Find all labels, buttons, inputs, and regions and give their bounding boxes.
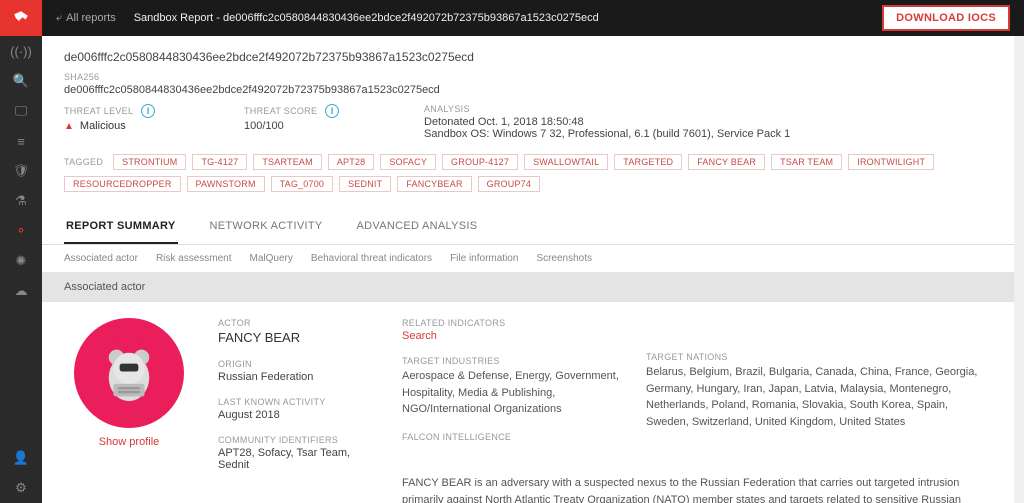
- hash-display: de006fffc2c0580844830436ee2bdce2f492072b…: [42, 36, 1014, 72]
- left-nav-rail: ((·)) 🔍 🖵 ≡ 🛡 ⚗ ⚬ ✺ ☁ 👤 ⚙: [0, 0, 42, 503]
- tag-tsarteam[interactable]: TSARTEAM: [253, 154, 321, 170]
- tag-tg-4127[interactable]: TG-4127: [192, 154, 247, 170]
- tag-tsar-team[interactable]: TSAR TEAM: [771, 154, 842, 170]
- section-heading-actor: Associated actor: [42, 272, 1014, 302]
- tag-sednit[interactable]: SEDNIT: [339, 176, 391, 192]
- tag-irontwilight[interactable]: IRONTWILIGHT: [848, 154, 934, 170]
- tag-group-4127[interactable]: GROUP-4127: [442, 154, 518, 170]
- tag-row: TAGGED STRONTIUM TG-4127 TSARTEAM APT28 SOFA…: [42, 150, 1014, 204]
- subtab-screenshots[interactable]: Screenshots: [536, 253, 592, 264]
- subtab-malquery[interactable]: MalQuery: [250, 253, 293, 264]
- show-profile-link[interactable]: Show profile: [64, 436, 194, 448]
- ci-value: APT28, Sofacy, Tsar Team, Sednit: [218, 447, 378, 471]
- lka-label: LAST KNOWN ACTIVITY: [218, 397, 378, 407]
- nav-sun-icon[interactable]: ✺: [0, 246, 42, 276]
- tag-pawnstorm[interactable]: PAWNSTORM: [187, 176, 265, 192]
- nav-activity-icon[interactable]: ((·)): [0, 36, 42, 66]
- tag-fancybear[interactable]: FANCYBEAR: [397, 176, 471, 192]
- tab-network-activity[interactable]: NETWORK ACTIVITY: [208, 210, 325, 244]
- back-label: All reports: [66, 12, 116, 24]
- nav-cloud-icon[interactable]: ☁: [0, 276, 42, 306]
- subtab-risk-assessment[interactable]: Risk assessment: [156, 253, 232, 264]
- analysis-label: ANALYSIS: [424, 104, 790, 114]
- nav-list-icon[interactable]: ≡: [0, 126, 42, 156]
- tag-targeted[interactable]: TARGETED: [614, 154, 682, 170]
- sub-tabs: Associated actor Risk assessment MalQuery B…: [42, 245, 1014, 272]
- tag-resourcedropper[interactable]: RESOURCEDROPPER: [64, 176, 181, 192]
- ci-label: COMMUNITY IDENTIFIERS: [218, 435, 378, 445]
- nav-shield-icon[interactable]: 🛡: [0, 156, 42, 186]
- info-icon[interactable]: i: [141, 104, 155, 118]
- ri-search-link[interactable]: Search: [402, 330, 622, 342]
- nav-settings-icon[interactable]: ⚙: [0, 473, 42, 503]
- tag-fancy-bear[interactable]: FANCY BEAR: [688, 154, 765, 170]
- tag-tag-0700[interactable]: TAG_0700: [271, 176, 333, 192]
- page-title: Sandbox Report - de006fffc2c058084483043…: [134, 12, 599, 24]
- sha256-value: de006fffc2c0580844830436ee2bdce2f492072b…: [64, 84, 992, 96]
- subtab-behavioral-threat-indicators[interactable]: Behavioral threat indicators: [311, 253, 432, 264]
- actor-label: ACTOR: [218, 318, 378, 328]
- actor-name: FANCY BEAR: [218, 330, 378, 345]
- tag-apt28[interactable]: APT28: [328, 154, 375, 170]
- tag-sofacy[interactable]: SOFACY: [380, 154, 436, 170]
- brand-logo[interactable]: [0, 0, 42, 36]
- threat-score-label: THREAT SCORE: [244, 106, 317, 116]
- subtab-associated-actor[interactable]: Associated actor: [64, 253, 138, 264]
- ti-label: TARGET INDUSTRIES: [402, 356, 622, 366]
- threat-score-value: 100/100: [244, 120, 364, 132]
- tn-label: TARGET NATIONS: [646, 352, 992, 362]
- tag-swallowtail[interactable]: SWALLOWTAIL: [524, 154, 608, 170]
- info-icon[interactable]: i: [325, 104, 339, 118]
- sha256-label: SHA256: [64, 72, 992, 82]
- actor-avatar: [74, 318, 184, 428]
- nav-search-icon[interactable]: 🔍: [0, 66, 42, 96]
- nav-user-icon[interactable]: 👤: [0, 443, 42, 473]
- origin-value: Russian Federation: [218, 371, 378, 383]
- nav-graph-icon[interactable]: ⚬: [0, 216, 42, 246]
- fi-label: FALCON INTELLIGENCE: [402, 432, 622, 442]
- threat-level-label: THREAT LEVEL: [64, 106, 133, 116]
- tagged-label: TAGGED: [64, 157, 103, 167]
- tab-advanced-analysis[interactable]: ADVANCED ANALYSIS: [355, 210, 480, 244]
- ti-value: Aerospace & Defense, Energy, Government,…: [402, 368, 622, 418]
- main-tabs: REPORT SUMMARY NETWORK ACTIVITY ADVANCED…: [42, 210, 1014, 245]
- threat-level-value: Malicious: [80, 120, 126, 132]
- tag-group74[interactable]: GROUP74: [478, 176, 540, 192]
- analysis-os: Sandbox OS: Windows 7 32, Professional, …: [424, 128, 790, 140]
- back-arrow-icon: ⤶: [56, 12, 62, 25]
- subtab-file-information[interactable]: File information: [450, 253, 518, 264]
- back-link[interactable]: ⤶ All reports: [56, 12, 116, 25]
- ri-label: RELATED INDICATORS: [402, 318, 622, 328]
- nav-monitor-icon[interactable]: 🖵: [0, 96, 42, 126]
- lka-value: August 2018: [218, 409, 378, 421]
- tn-value: Belarus, Belgium, Brazil, Bulgaria, Cana…: [646, 364, 992, 430]
- warning-triangle-icon: ▲: [64, 121, 74, 132]
- download-iocs-button[interactable]: DOWNLOAD IOCS: [882, 5, 1010, 31]
- analysis-detonated: Detonated Oct. 1, 2018 18:50:48: [424, 116, 790, 128]
- origin-label: ORIGIN: [218, 359, 378, 369]
- tab-report-summary[interactable]: REPORT SUMMARY: [64, 210, 178, 244]
- nav-flask-icon[interactable]: ⚗: [0, 186, 42, 216]
- page-header: ⤶ All reports Sandbox Report - de006fffc…: [42, 0, 1024, 36]
- tag-strontium[interactable]: STRONTIUM: [113, 154, 186, 170]
